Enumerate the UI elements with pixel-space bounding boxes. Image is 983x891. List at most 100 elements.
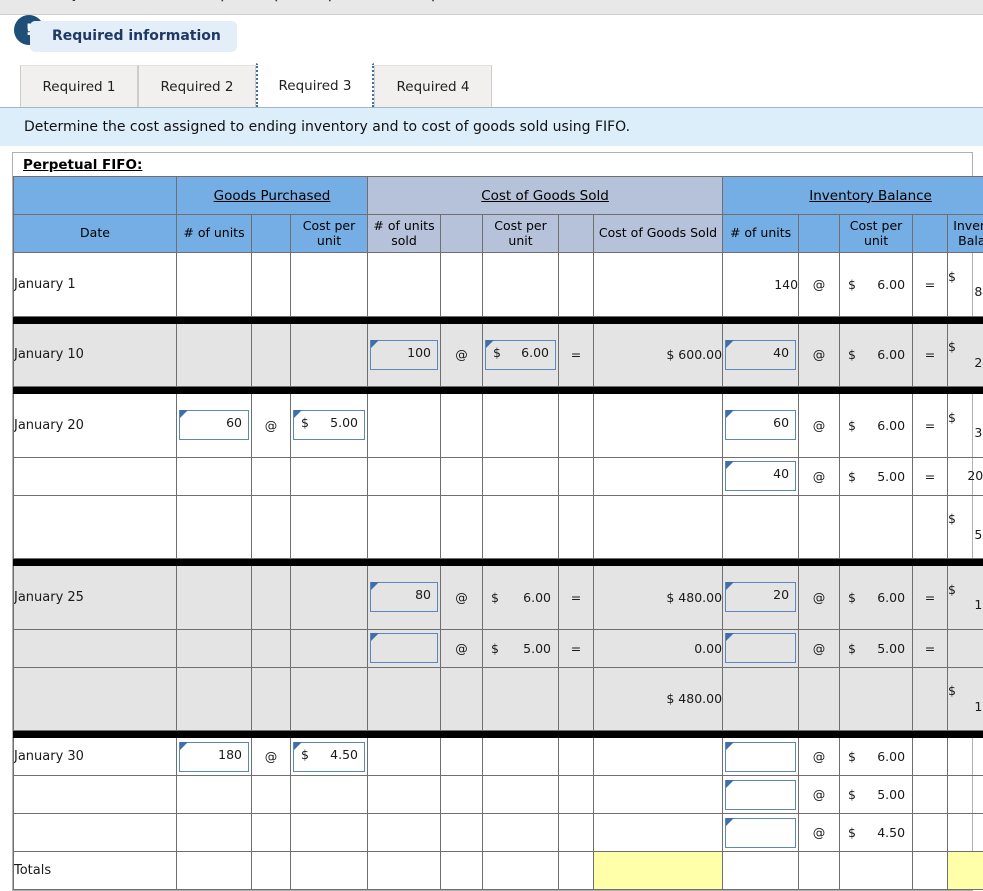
tab-required-2[interactable]: Required 2 [138,65,256,107]
cell-gp-cost [291,852,368,890]
input-inv-units-cell[interactable] [723,738,799,776]
cell-inv-total [948,852,983,890]
input-cogs-units[interactable]: 100 [370,340,438,370]
cell-gp-cost [291,629,368,667]
table-row: January 2580@$6.00=$ 480.0020@$6.00=$120… [14,566,983,630]
table-row: @$5.00=0.00@$5.00= [14,629,983,667]
worksheet-panel: Perpetual FIFO: Goods Purchased Cost of … [12,152,973,891]
cell-inv-cost [840,852,913,890]
input-cogs-cost[interactable]: $6.00 [485,340,556,370]
cell-gp-units [177,629,252,667]
cell-cogs-at: @ [441,629,483,667]
group-header-inventory-balance: Inventory Balance [723,177,983,215]
cell-cogs-total [594,495,723,559]
cell-inv-cost: $6.00 [840,738,913,776]
table-row: @$4.50 [14,814,983,852]
input-gp-units-cell[interactable]: 60 [177,394,252,458]
cell-inv-cost: $4.50 [840,814,913,852]
input-inv-units[interactable] [725,633,796,663]
cell-cogs-at: @ [441,323,483,387]
input-inv-units-cell[interactable]: 20 [723,566,799,630]
cell-gp-at [252,457,291,495]
input-inv-units[interactable] [725,818,796,848]
tab-bar: Required 1 Required 2Required 3 Required 4 [0,61,983,108]
cell-cogs-units [368,394,441,458]
input-inv-units-value [726,781,795,787]
cell-inv-eq: = [913,457,948,495]
cell-inv-eq [913,776,948,814]
required-information-banner: ! Required information [0,15,983,61]
input-gp-cost-cell[interactable]: $5.00 [291,394,368,458]
required-information-label: Required information [30,21,237,52]
cell-cogs-eq [559,776,594,814]
cell-inv-at: @ [799,776,840,814]
cell-cogs-total [594,776,723,814]
cell-gp-cost [291,457,368,495]
input-cogs-units[interactable] [370,633,438,663]
input-cogs-units[interactable]: 80 [370,582,438,612]
table-row: $560.00 [14,495,983,559]
cell-cogs-at [441,852,483,890]
row-separator [14,559,983,566]
tab-required-1[interactable]: Required 1 [20,65,138,107]
input-gp-cost-value: $5.00 [294,411,364,430]
input-inv-units-cell[interactable] [723,776,799,814]
cell-cogs-total: $ 480.00 [594,566,723,630]
cell-inv-at: @ [799,566,840,630]
col-header-inv-eq [913,215,948,253]
input-gp-units[interactable]: 60 [179,410,249,440]
input-cogs-units-cell[interactable]: 80 [368,566,441,630]
cell-date: January 1 [14,253,177,317]
sheet-title: Perpetual FIFO: [13,153,972,176]
input-inv-units[interactable]: 40 [725,340,796,370]
cell-gp-at [252,566,291,630]
input-cogs-cost-cell[interactable]: $6.00 [483,323,559,387]
input-gp-cost-cell[interactable]: $4.50 [291,738,368,776]
cell-inv-total: $120.00 [948,667,983,731]
input-cogs-units-cell[interactable]: 100 [368,323,441,387]
cell-cogs-eq [559,738,594,776]
cell-inv-eq: = [913,323,948,387]
col-header-cogs-total: Cost of Goods Sold [594,215,723,253]
cell-gp-units [177,566,252,630]
input-inv-units-cell[interactable] [723,629,799,667]
cell-date [14,629,177,667]
tab-label: Required 4 [397,79,470,95]
input-inv-units[interactable]: 60 [725,410,796,440]
input-inv-units-value: 60 [726,411,795,430]
cell-inv-eq [913,495,948,559]
cell-cogs-total [594,814,723,852]
input-inv-units-cell[interactable]: 40 [723,323,799,387]
input-inv-units-cell[interactable] [723,814,799,852]
cell-inv-cost: $5.00 [840,776,913,814]
col-header-gp-cost: Cost per unit [291,215,368,253]
col-header-cogs-at [441,215,483,253]
tab-required-3[interactable]: Required 3 [256,63,374,107]
tab-required-4[interactable]: Required 4 [374,65,492,107]
cell-gp-cost [291,667,368,731]
row-separator-bar [14,731,983,738]
cell-cogs-eq: = [559,566,594,630]
tab-label: Required 1 [43,79,116,95]
input-gp-units-cell[interactable]: 180 [177,738,252,776]
cell-gp-at: @ [252,738,291,776]
input-inv-units[interactable] [725,780,796,810]
perpetual-fifo-table: Goods Purchased Cost of Goods Sold Inven… [13,176,983,890]
cell-gp-at [252,852,291,890]
input-inv-units[interactable] [725,742,796,772]
cell-cogs-at [441,495,483,559]
input-inv-units-cell[interactable]: 60 [723,394,799,458]
input-inv-units-cell[interactable]: 40 [723,457,799,495]
cell-cogs-cost [483,394,559,458]
cell-gp-at [252,629,291,667]
input-gp-cost[interactable]: $5.00 [293,410,365,440]
input-inv-units[interactable]: 20 [725,582,796,612]
col-header-date: Date [14,215,177,253]
input-gp-units[interactable]: 180 [179,742,249,772]
input-inv-units[interactable]: 40 [725,461,796,491]
input-gp-cost[interactable]: $4.50 [293,742,365,772]
input-cogs-units-cell[interactable] [368,629,441,667]
cell-cogs-at [441,457,483,495]
cell-date: January 30 [14,738,177,776]
cell-cogs-units [368,253,441,317]
